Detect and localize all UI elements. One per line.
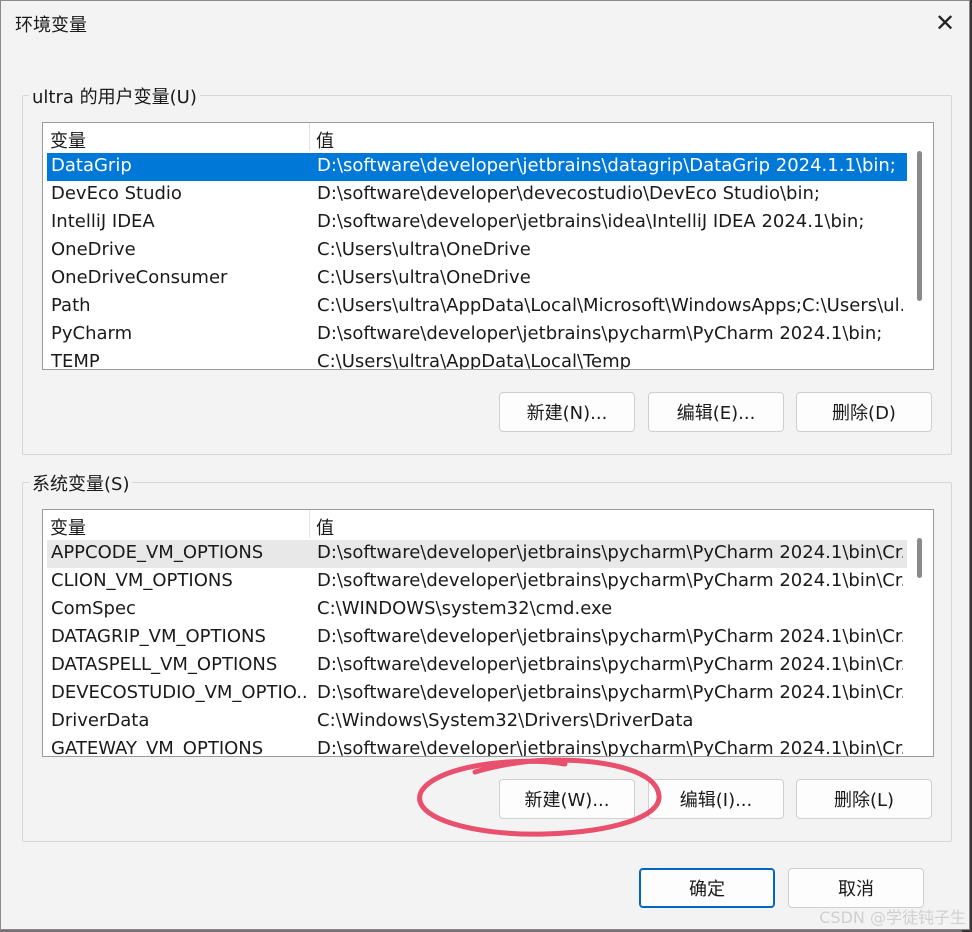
var-value: D:\software\developer\jetbrains\pycharm\… — [317, 738, 903, 757]
vertical-scrollbar[interactable] — [907, 123, 933, 369]
system-delete-button[interactable]: 删除(L) — [796, 779, 932, 819]
table-row[interactable]: GATEWAY_VM_OPTIONS D:\software\developer\… — [47, 736, 907, 757]
var-value: C:\Users\ultra\AppData\Local\Temp — [317, 351, 632, 370]
user-variables-label: ultra 的用户变量(U) — [29, 83, 200, 109]
window-title: 环境变量 — [15, 15, 87, 36]
var-value: D:\software\developer\jetbrains\pycharm\… — [317, 654, 903, 675]
table-row[interactable]: DevEco Studio D:\software\developer\devec… — [47, 181, 907, 209]
table-row[interactable]: IntelliJ IDEA D:\software\developer\jetbr… — [47, 209, 907, 237]
ok-button[interactable]: 确定 — [639, 868, 775, 908]
var-name: Path — [51, 295, 91, 316]
system-variables-label: 系统变量(S) — [29, 470, 133, 496]
var-name: PyCharm — [51, 323, 133, 344]
scrollbar-thumb[interactable] — [917, 538, 922, 578]
var-value: C:\WINDOWS\system32\cmd.exe — [317, 598, 613, 619]
table-row[interactable]: DATAGRIP_VM_OPTIONS D:\software\developer… — [47, 624, 907, 652]
column-header-name[interactable]: 变量 — [50, 127, 86, 153]
user-variables-rows: DataGrip D:\software\developer\jetbrains\… — [47, 153, 907, 370]
scrollbar-thumb[interactable] — [917, 151, 922, 301]
system-variables-rows: APPCODE_VM_OPTIONS D:\software\developer\… — [47, 540, 907, 757]
user-new-button[interactable]: 新建(N)... — [499, 392, 635, 432]
vertical-scrollbar[interactable] — [907, 510, 933, 756]
system-edit-button[interactable]: 编辑(I)... — [648, 779, 784, 819]
var-name: DriverData — [51, 710, 150, 731]
var-value: D:\software\developer\jetbrains\pycharm\… — [317, 682, 903, 703]
var-value: D:\software\developer\jetbrains\pycharm\… — [317, 626, 903, 647]
table-row[interactable]: ComSpec C:\WINDOWS\system32\cmd.exe — [47, 596, 907, 624]
var-value: D:\software\developer\jetbrains\pycharm\… — [317, 570, 903, 591]
user-edit-button[interactable]: 编辑(E)... — [648, 392, 784, 432]
var-name: CLION_VM_OPTIONS — [51, 570, 233, 591]
table-row[interactable]: OneDriveConsumer C:\Users\ultra\OneDrive — [47, 265, 907, 293]
var-name: APPCODE_VM_OPTIONS — [51, 542, 264, 563]
environment-variables-dialog: 环境变量 ✕ ultra 的用户变量(U) 变量 值 DataGrip D:\so… — [0, 0, 970, 930]
table-row[interactable]: DEVECOSTUDIO_VM_OPTIO... D:\software\deve… — [47, 680, 907, 708]
table-row[interactable]: DriverData C:\Windows\System32\Drivers\Dr… — [47, 708, 907, 736]
cancel-button[interactable]: 取消 — [788, 868, 924, 908]
var-name: GATEWAY_VM_OPTIONS — [51, 738, 264, 757]
list-header: 变量 值 — [43, 123, 903, 153]
var-name: DEVECOSTUDIO_VM_OPTIO... — [51, 682, 309, 703]
var-value: D:\software\developer\jetbrains\idea\Int… — [317, 211, 865, 232]
watermark: CSDN @学徒钝子生 — [819, 908, 966, 927]
user-delete-button[interactable]: 删除(D) — [796, 392, 932, 432]
var-value: D:\software\developer\devecostudio\DevEc… — [317, 183, 820, 204]
table-row[interactable]: APPCODE_VM_OPTIONS D:\software\developer\… — [47, 540, 907, 568]
var-value: D:\software\developer\jetbrains\pycharm\… — [317, 323, 883, 344]
table-row[interactable]: Path C:\Users\ultra\AppData\Local\Microso… — [47, 293, 907, 321]
var-name: DevEco Studio — [51, 183, 182, 204]
var-value: D:\software\developer\jetbrains\datagrip… — [317, 155, 896, 176]
var-name: TEMP — [51, 351, 100, 370]
title-bar: 环境变量 ✕ — [1, 1, 969, 45]
column-header-name[interactable]: 变量 — [50, 514, 86, 540]
var-name: DataGrip — [51, 155, 132, 176]
system-new-button[interactable]: 新建(W)... — [499, 779, 635, 819]
table-row[interactable]: OneDrive C:\Users\ultra\OneDrive — [47, 237, 907, 265]
table-row[interactable]: CLION_VM_OPTIONS D:\software\developer\je… — [47, 568, 907, 596]
user-variables-group: ultra 的用户变量(U) 变量 值 DataGrip D:\software\… — [22, 83, 952, 455]
table-row[interactable]: TEMP C:\Users\ultra\AppData\Local\Temp — [47, 349, 907, 370]
var-name: OneDriveConsumer — [51, 267, 228, 288]
close-button[interactable]: ✕ — [925, 5, 965, 41]
var-name: OneDrive — [51, 239, 136, 260]
column-header-value[interactable]: 值 — [316, 127, 334, 153]
close-icon: ✕ — [934, 9, 956, 37]
var-value: D:\software\developer\jetbrains\pycharm\… — [317, 542, 903, 563]
var-name: DATAGRIP_VM_OPTIONS — [51, 626, 266, 647]
var-name: ComSpec — [51, 598, 136, 619]
table-row[interactable]: PyCharm D:\software\developer\jetbrains\p… — [47, 321, 907, 349]
var-name: DATASPELL_VM_OPTIONS — [51, 654, 278, 675]
var-value: C:\Users\ultra\OneDrive — [317, 239, 531, 260]
system-variables-group: 系统变量(S) 变量 值 APPCODE_VM_OPTIONS D:\softwa… — [22, 470, 952, 842]
column-header-value[interactable]: 值 — [316, 514, 334, 540]
table-row[interactable]: DATASPELL_VM_OPTIONS D:\software\develope… — [47, 652, 907, 680]
column-separator[interactable] — [309, 123, 310, 151]
table-row[interactable]: DataGrip D:\software\developer\jetbrains\… — [47, 153, 907, 181]
var-name: IntelliJ IDEA — [51, 211, 155, 232]
var-value: C:\Windows\System32\Drivers\DriverData — [317, 710, 694, 731]
list-header: 变量 值 — [43, 510, 903, 540]
system-variables-list[interactable]: 变量 值 APPCODE_VM_OPTIONS D:\software\devel… — [42, 509, 934, 757]
var-value: C:\Users\ultra\OneDrive — [317, 267, 531, 288]
column-separator[interactable] — [309, 510, 310, 538]
user-variables-list[interactable]: 变量 值 DataGrip D:\software\developer\jetbr… — [42, 122, 934, 370]
var-value: C:\Users\ultra\AppData\Local\Microsoft\W… — [317, 295, 903, 316]
